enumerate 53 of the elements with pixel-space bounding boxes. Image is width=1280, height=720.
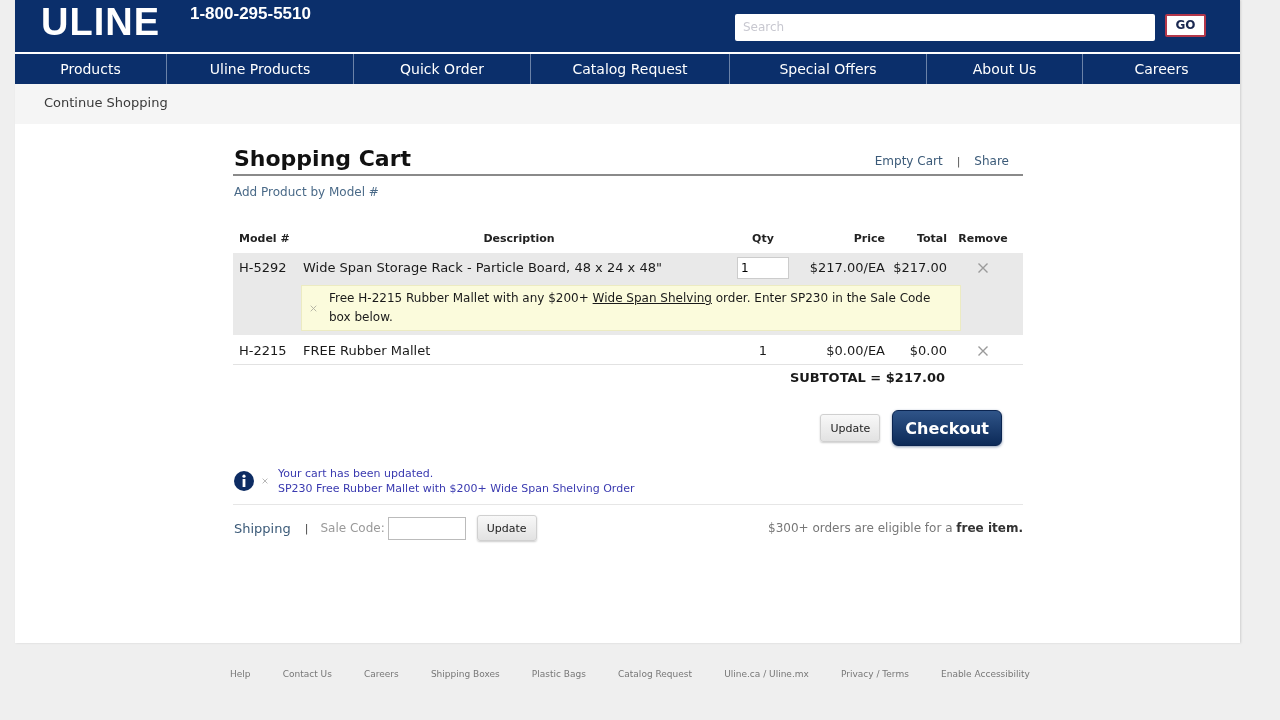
description-cell-text: Wide Span Storage Rack - Particle Board, 48 x 24 x 48" — [303, 259, 663, 277]
footer-link[interactable]: Plastic Bags — [531, 668, 586, 679]
close-icon[interactable] — [978, 263, 988, 273]
shipping-link[interactable]: Shipping — [234, 520, 291, 536]
footer-link[interactable]: Shipping Boxes — [430, 668, 500, 679]
footer-link[interactable]: Help — [230, 668, 251, 679]
sale-code-label: Sale Code: — [320, 521, 385, 535]
price-cell-text: $0.00/EA — [825, 342, 885, 360]
footer-link[interactable]: Uline.ca / Uline.mx — [724, 668, 809, 679]
update-button[interactable]: Update — [476, 515, 537, 541]
go-button[interactable]: GO — [1165, 13, 1206, 37]
cart-action-link[interactable]: Empty Cart — [874, 154, 943, 168]
sale-code-field[interactable] — [387, 516, 466, 540]
nav-link[interactable]: Products — [15, 54, 166, 84]
quantity-field[interactable]: 1 — [737, 257, 789, 279]
status-message: Your cart has been updated. — [278, 466, 435, 481]
footer-link[interactable]: Privacy / Terms — [841, 668, 909, 679]
cart-action-link[interactable]: Share — [974, 154, 1009, 168]
separator: | — [304, 521, 309, 535]
logo[interactable]: ULINE — [41, 2, 160, 42]
price-cell-text: $217.00/EA — [808, 259, 885, 277]
footer-link[interactable]: Contact Us — [282, 668, 332, 679]
quantity-cell-text: 1 — [758, 342, 768, 360]
column-header: Price — [852, 232, 885, 246]
footer-link[interactable]: Catalog Request — [618, 668, 692, 679]
close-icon[interactable] — [310, 304, 317, 312]
promo-message: Free H-2215 Rubber Mallet with any $200+ Wide Span Shelving order. Enter SP230 in the Sale Code box below. — [329, 290, 932, 326]
footer-link[interactable]: Enable Accessibility — [941, 668, 1030, 679]
status-message: SP230 Free Rubber Mallet with $200+ Wide Span Shelving Order — [278, 481, 635, 496]
column-header: Description — [482, 232, 556, 246]
column-header: Qty — [751, 232, 775, 246]
close-icon[interactable] — [262, 478, 268, 484]
model-cell-text: H-2215 — [239, 342, 288, 360]
checkout-button[interactable]: Checkout — [892, 410, 1002, 446]
column-header: Total — [915, 232, 947, 246]
continue-shopping-link[interactable]: Continue Shopping — [44, 94, 168, 110]
column-header: Model # — [239, 232, 291, 246]
model-cell-text: H-5292 — [239, 259, 288, 277]
add-product-link[interactable]: Add Product by Model # — [233, 184, 379, 200]
info-icon — [234, 471, 254, 491]
phone-number: 1-800-295-5510 — [190, 4, 311, 24]
separator: | — [956, 154, 961, 168]
column-header: Remove — [957, 232, 1009, 246]
page-title: Shopping Cart — [233, 146, 412, 172]
update-button[interactable]: Update — [820, 414, 881, 442]
close-icon[interactable] — [978, 346, 988, 356]
total-cell-text: $217.00 — [892, 259, 947, 277]
subtotal-text: SUBTOTAL = $217.00 — [789, 370, 945, 385]
description-cell-text: FREE Rubber Mallet — [303, 342, 432, 360]
free-item-note: $300+ orders are eligible for a free item. — [768, 521, 1023, 535]
promo-link[interactable]: Wide Span Shelving — [592, 291, 712, 305]
total-cell-text: $0.00 — [908, 342, 947, 360]
footer-link[interactable]: Careers — [363, 668, 399, 679]
